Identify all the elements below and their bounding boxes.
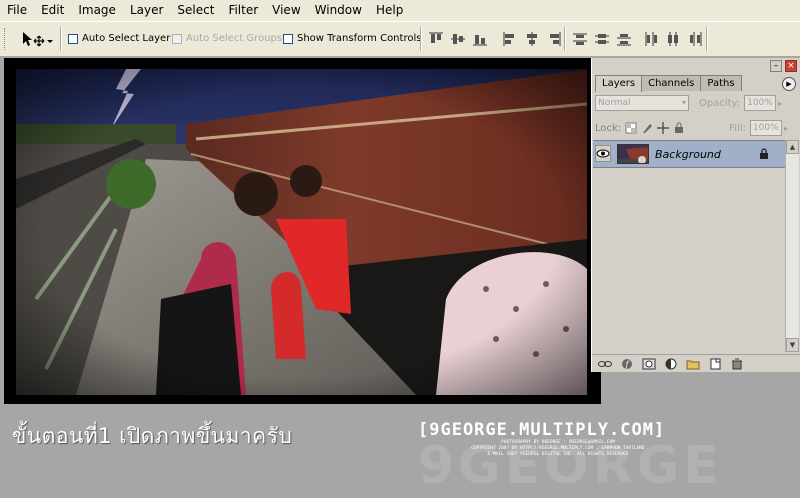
options-bar-grip[interactable] (4, 28, 8, 50)
scroll-down-icon[interactable]: ▼ (786, 338, 799, 352)
menu-layer[interactable]: Layer (123, 0, 170, 21)
menu-view[interactable]: View (265, 0, 307, 21)
new-layer-icon[interactable] (708, 358, 722, 370)
checkbox-box[interactable] (283, 33, 293, 44)
distribute-right-icon[interactable] (687, 31, 703, 47)
align-horizontal-group (502, 31, 562, 47)
panel-title-bar[interactable]: – × (592, 58, 800, 74)
lock-label: Lock: (595, 122, 622, 134)
panel-bottom-toolbar: f (592, 354, 800, 372)
options-bar: Auto Select Layer Auto Select Groups Sho… (0, 21, 800, 57)
menu-window[interactable]: Window (308, 0, 369, 21)
layer-list (593, 140, 785, 352)
auto-select-layer-checkbox[interactable]: Auto Select Layer (68, 33, 170, 44)
separator (706, 27, 708, 51)
align-buttons-group (428, 31, 488, 47)
distribute-horizontal-centers-icon[interactable] (665, 31, 681, 47)
auto-select-groups-label: Auto Select Groups (186, 33, 283, 44)
distribute-vertical-group (572, 31, 632, 47)
panel-menu-icon[interactable]: ▶ (782, 77, 796, 91)
fill-arrow-icon[interactable]: ▸ (784, 124, 788, 133)
menu-filter[interactable]: Filter (221, 0, 265, 21)
lock-fill-row: Lock: Fill: 100% ▸ (595, 119, 798, 137)
layer-mask-icon[interactable] (642, 358, 656, 370)
minimize-icon[interactable]: – (770, 60, 782, 72)
tab-channels[interactable]: Channels (641, 75, 702, 91)
blend-mode-value: Normal (598, 98, 631, 108)
watermark-line-3: E-MAIL 2007 9GEORGE DIGITAL INC. ALL RIG… (487, 452, 629, 457)
tab-paths[interactable]: Paths (700, 75, 742, 91)
fill-label: Fill: (729, 122, 746, 134)
watermark: [9GEORGE.MULTIPLY.COM] PHOTOGRAPHY BY 9G… (418, 420, 708, 458)
chevron-down-icon: ▾ (681, 98, 686, 107)
opacity-input[interactable]: 100% (744, 95, 777, 111)
opacity-label: Opacity: (699, 97, 741, 109)
tab-layers[interactable]: Layers (595, 75, 643, 92)
lock-all-icon[interactable] (673, 122, 685, 134)
distribute-left-icon[interactable] (643, 31, 659, 47)
blend-mode-select[interactable]: Normal ▾ (595, 95, 689, 111)
layer-style-icon[interactable]: f (620, 358, 634, 370)
align-horizontal-centers-icon[interactable] (524, 31, 540, 47)
layers-panel: – × Layers Channels Paths ▶ Normal ▾ Opa… (591, 58, 800, 372)
lock-icon (760, 148, 768, 159)
visibility-eye-icon[interactable] (595, 145, 611, 162)
menu-image[interactable]: Image (71, 0, 123, 21)
align-right-edges-icon[interactable] (546, 31, 562, 47)
link-layers-icon[interactable] (598, 358, 612, 370)
delete-layer-trash-icon[interactable] (730, 358, 744, 370)
lock-image-brush-icon[interactable] (641, 122, 653, 134)
layers-scrollbar[interactable]: ▲ ▼ (785, 140, 799, 352)
close-icon[interactable]: × (785, 60, 797, 72)
separator (564, 27, 566, 51)
move-tool-preset-icon[interactable] (20, 30, 54, 50)
distribute-horizontal-group (643, 31, 703, 47)
menu-edit[interactable]: Edit (34, 0, 71, 21)
opacity-arrow-icon[interactable]: ▸ (778, 99, 782, 108)
lock-position-move-icon[interactable] (657, 122, 670, 134)
align-top-edges-icon[interactable] (428, 31, 444, 47)
menu-select[interactable]: Select (170, 0, 221, 21)
layer-row-background[interactable]: Background (593, 140, 798, 168)
separator (420, 27, 422, 51)
adjustment-layer-icon[interactable] (664, 358, 678, 370)
align-left-edges-icon[interactable] (502, 31, 518, 47)
distribute-bottom-icon[interactable] (616, 31, 632, 47)
show-transform-controls-label: Show Transform Controls (297, 33, 422, 44)
lock-transparent-icon[interactable] (625, 122, 637, 134)
align-bottom-edges-icon[interactable] (472, 31, 488, 47)
checkbox-box[interactable] (68, 33, 78, 44)
menu-help[interactable]: Help (369, 0, 410, 21)
blend-opacity-row: Normal ▾ Opacity: 100% ▸ (595, 94, 798, 112)
new-group-folder-icon[interactable] (686, 358, 700, 370)
auto-select-layer-label: Auto Select Layer (82, 33, 171, 44)
watermark-title: [9GEORGE.MULTIPLY.COM] (418, 420, 666, 440)
photo-image (16, 69, 587, 395)
distribute-top-icon[interactable] (572, 31, 588, 47)
layer-name: Background (655, 148, 721, 161)
align-vertical-centers-icon[interactable] (450, 31, 466, 47)
checkbox-box (172, 33, 182, 44)
panel-tabs: Layers Channels Paths (595, 75, 742, 92)
layer-thumbnail (617, 144, 649, 164)
fill-input[interactable]: 100% (749, 120, 782, 136)
show-transform-controls-checkbox[interactable]: Show Transform Controls (283, 33, 421, 44)
step-caption: ขั้นตอนที่1 เปิดภาพขึ้นมาครับ (12, 424, 293, 448)
menu-bar: File Edit Image Layer Select Filter View… (0, 0, 800, 21)
menu-file[interactable]: File (0, 0, 34, 21)
scroll-up-icon[interactable]: ▲ (786, 140, 799, 154)
auto-select-groups-checkbox: Auto Select Groups (172, 33, 282, 44)
separator (60, 27, 62, 51)
train-station-photo[interactable] (16, 69, 587, 395)
distribute-vertical-centers-icon[interactable] (594, 31, 610, 47)
